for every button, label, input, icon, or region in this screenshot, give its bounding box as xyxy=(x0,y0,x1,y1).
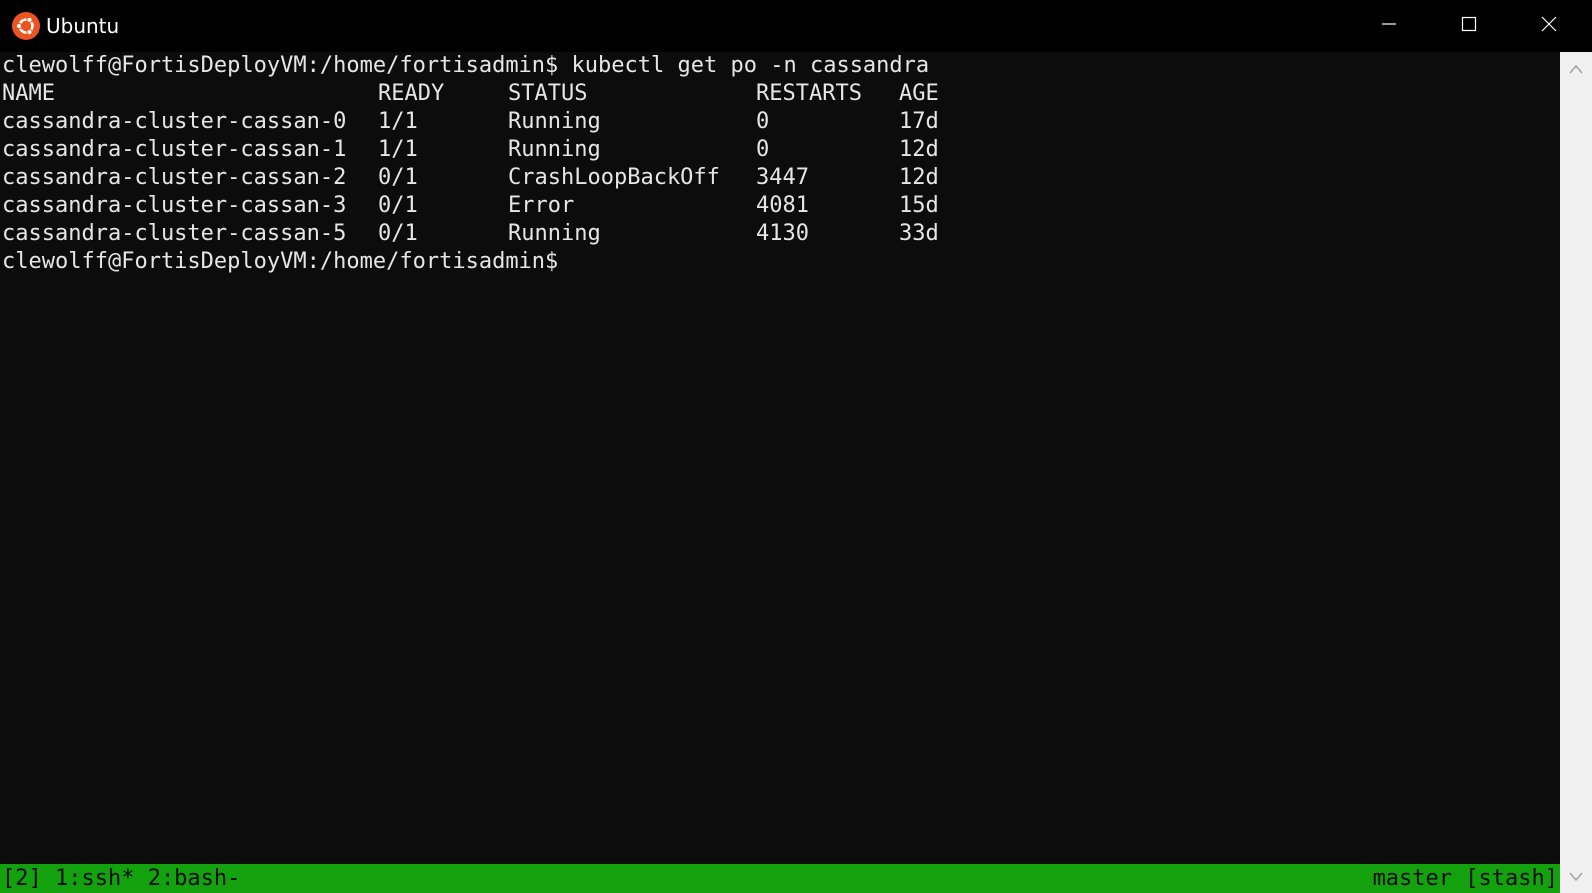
pod-restarts: 0 xyxy=(756,109,770,134)
pod-age: 15d xyxy=(899,193,939,218)
terminal-output[interactable]: clewolff@FortisDeployVM:/home/fortisadmi… xyxy=(0,52,1560,864)
table-row: cassandra-cluster-cassan-3 0/1 Error 408… xyxy=(2,192,1002,220)
title-bar[interactable]: Ubuntu xyxy=(0,0,1592,52)
command-line: clewolff@FortisDeployVM:/home/fortisadmi… xyxy=(2,53,930,78)
close-icon xyxy=(1541,16,1557,36)
pod-restarts: 3447 xyxy=(756,165,809,190)
pod-name: cassandra-cluster-cassan-1 xyxy=(2,137,347,162)
pod-status: CrashLoopBackOff xyxy=(508,165,720,190)
table-row: cassandra-cluster-cassan-5 0/1 Running 4… xyxy=(2,220,1002,248)
pod-restarts: 4130 xyxy=(756,221,809,246)
pod-age: 17d xyxy=(899,109,939,134)
tmux-status-bar: [2] 1:ssh* 2:bash- master [stash] xyxy=(0,864,1560,893)
tmux-window-list: [2] 1:ssh* 2:bash- xyxy=(2,866,241,891)
pod-status: Error xyxy=(508,193,575,218)
pod-ready: 1/1 xyxy=(378,137,418,162)
ubuntu-logo-icon xyxy=(12,12,40,40)
pod-age: 12d xyxy=(899,165,939,190)
shell-prompt: clewolff@FortisDeployVM:/home/fortisadmi… xyxy=(2,249,559,274)
pod-name: cassandra-cluster-cassan-0 xyxy=(2,109,347,134)
header-name: NAME xyxy=(2,81,55,106)
minimize-button[interactable] xyxy=(1349,0,1429,52)
table-row: cassandra-cluster-cassan-0 1/1 Running 0… xyxy=(2,108,1002,136)
maximize-button[interactable] xyxy=(1429,0,1509,52)
pod-status: Running xyxy=(508,137,601,162)
scroll-up-arrow-icon[interactable] xyxy=(1568,62,1584,74)
pod-ready: 0/1 xyxy=(378,165,418,190)
minimize-icon xyxy=(1381,16,1397,36)
header-restarts: RESTARTS xyxy=(756,81,862,106)
terminal-window: Ubuntu clewolff@FortisDeployVM:/home/for… xyxy=(0,0,1592,893)
pod-age: 33d xyxy=(899,221,939,246)
scroll-down-arrow-icon[interactable] xyxy=(1568,870,1584,882)
pod-ready: 0/1 xyxy=(378,221,418,246)
git-branch-status: master [stash] xyxy=(1372,866,1558,891)
pod-ready: 0/1 xyxy=(378,193,418,218)
pod-status: Running xyxy=(508,221,601,246)
pod-name: cassandra-cluster-cassan-2 xyxy=(2,165,347,190)
header-status: STATUS xyxy=(508,81,588,106)
pod-restarts: 0 xyxy=(756,137,770,162)
table-row: cassandra-cluster-cassan-2 0/1 CrashLoop… xyxy=(2,164,1002,192)
pod-status: Running xyxy=(508,109,601,134)
pod-name: cassandra-cluster-cassan-5 xyxy=(2,221,347,246)
vertical-scrollbar[interactable] xyxy=(1560,52,1592,893)
header-age: AGE xyxy=(899,81,939,106)
pod-restarts: 4081 xyxy=(756,193,809,218)
pod-name: cassandra-cluster-cassan-3 xyxy=(2,193,347,218)
close-button[interactable] xyxy=(1509,0,1589,52)
table-row: cassandra-cluster-cassan-1 1/1 Running 0… xyxy=(2,136,1002,164)
header-ready: READY xyxy=(378,81,445,106)
pod-age: 12d xyxy=(899,137,939,162)
pod-ready: 1/1 xyxy=(378,109,418,134)
maximize-icon xyxy=(1461,16,1477,36)
table-header: NAME READY STATUS RESTARTS AGE xyxy=(2,80,1002,108)
window-title: Ubuntu xyxy=(46,14,120,38)
